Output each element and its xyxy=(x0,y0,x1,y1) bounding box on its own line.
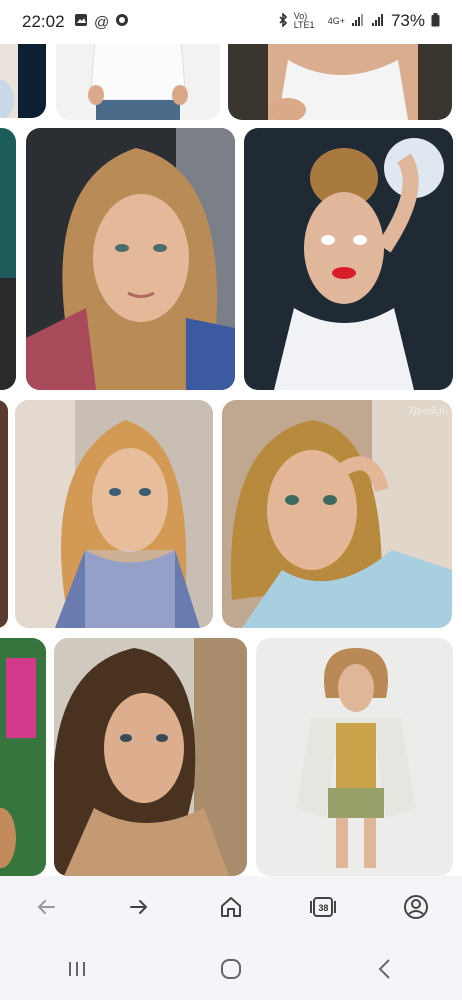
clock: 22:02 xyxy=(22,12,65,31)
status-bar: 22:02 @ Vo) LTE1 4G+ 73% xyxy=(0,0,462,44)
recent-apps-icon xyxy=(67,960,87,983)
chevron-left-icon xyxy=(377,958,393,985)
image-tile[interactable] xyxy=(256,638,453,876)
account-icon xyxy=(403,894,429,925)
image-tile[interactable]: 7дней.ru xyxy=(222,400,452,628)
back-button[interactable] xyxy=(21,884,71,934)
image-tile[interactable] xyxy=(0,128,16,390)
vpn-icon xyxy=(115,13,129,32)
system-nav-bar xyxy=(0,942,462,1000)
account-button[interactable] xyxy=(391,884,441,934)
home-button[interactable] xyxy=(206,884,256,934)
image-tile[interactable] xyxy=(244,128,453,390)
battery-icon xyxy=(431,12,440,30)
data-label: 4G+ xyxy=(327,16,345,26)
signal-icon xyxy=(351,13,365,30)
forward-button[interactable] xyxy=(114,884,164,934)
arrow-left-icon xyxy=(34,895,58,924)
system-back-button[interactable] xyxy=(360,946,410,996)
tab-count: 38 xyxy=(318,903,329,913)
battery-percent: 73% xyxy=(390,11,425,30)
signal-icon-2 xyxy=(371,13,385,30)
image-tile[interactable] xyxy=(15,400,213,628)
system-home-button[interactable] xyxy=(206,946,256,996)
recent-apps-button[interactable] xyxy=(52,946,102,996)
image-tile[interactable] xyxy=(26,128,235,390)
home-circle-icon xyxy=(220,958,242,985)
gallery-notification-icon xyxy=(74,13,88,32)
image-tile[interactable] xyxy=(0,400,8,628)
at-sign-icon: @ xyxy=(94,14,110,31)
home-icon xyxy=(219,895,243,924)
watermark-text: 7дней.ru xyxy=(408,406,448,417)
tabs-button[interactable]: 38 xyxy=(298,884,348,934)
arrow-right-icon xyxy=(127,895,151,924)
image-tile[interactable] xyxy=(54,638,247,876)
image-tile[interactable] xyxy=(0,638,46,876)
browser-bottom-nav: 38 xyxy=(0,876,462,942)
bluetooth-icon xyxy=(278,11,288,30)
network-label: Vo) LTE1 xyxy=(293,11,315,30)
